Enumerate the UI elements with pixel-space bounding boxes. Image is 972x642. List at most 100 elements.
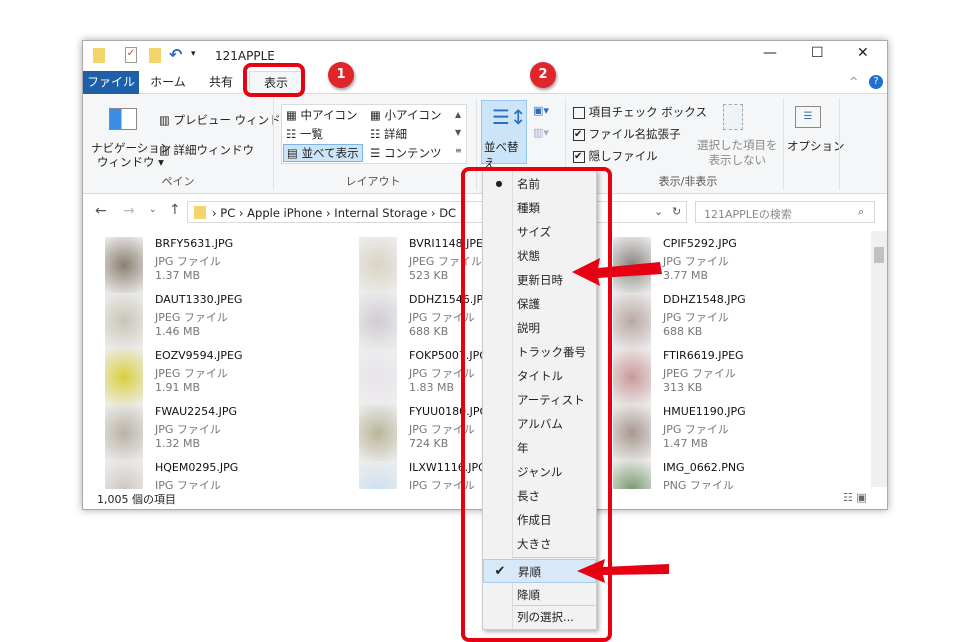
layout-label: 中アイコン: [300, 108, 358, 122]
thumbnail: [105, 461, 143, 489]
file-item[interactable]: DAUT1330.JPEG JPEG ファイル 1.46 MB: [105, 293, 305, 349]
details-pane-button[interactable]: ▥ 詳細ウィンドウ: [159, 142, 254, 158]
up-icon[interactable]: ↑: [169, 202, 181, 218]
file-extension-toggle[interactable]: ✔ ファイル名拡張子: [573, 126, 681, 142]
options-button[interactable]: オプション: [787, 138, 845, 154]
file-type: JPG ファイル: [663, 311, 729, 324]
file-size: 1.37 MB: [155, 269, 201, 282]
undo-icon[interactable]: ↶: [169, 45, 182, 64]
file-size: 313 KB: [663, 381, 703, 394]
breadcrumb-item[interactable]: Internal Storage: [334, 206, 427, 220]
preview-pane-label: プレビュー ウィンドウ: [173, 113, 293, 127]
tab-home[interactable]: ホーム: [143, 71, 193, 94]
group-by-icon[interactable]: ▣▾: [533, 104, 549, 117]
maximize-button[interactable]: ☐: [811, 45, 824, 61]
file-item[interactable]: FWAU2254.JPG JPG ファイル 1.32 MB: [105, 405, 305, 461]
file-item[interactable]: HMUE1190.JPG JPG ファイル 1.47 MB: [613, 405, 813, 461]
search-input[interactable]: 121APPLEの検索 ⌕: [695, 201, 875, 223]
scrollbar[interactable]: [871, 231, 887, 487]
address-dropdown-icon[interactable]: ⌄: [654, 205, 663, 218]
breadcrumb-item[interactable]: Apple iPhone: [247, 206, 322, 220]
file-size: 1.83 MB: [409, 381, 455, 394]
layout-small-icons[interactable]: ▦ 小アイコン: [370, 107, 441, 123]
checkbox-checked[interactable]: ✔: [573, 150, 585, 163]
file-item[interactable]: EOZV9594.JPEG JPEG ファイル 1.91 MB: [105, 349, 305, 405]
thumbnail: [613, 349, 651, 405]
file-type: JPEG ファイル: [155, 367, 228, 380]
add-columns-icon[interactable]: ▥▾: [533, 126, 549, 139]
details-view-icon[interactable]: ☷ ▣: [843, 491, 867, 504]
details-pane-icon: ▥: [159, 143, 174, 157]
file-type: JPEG ファイル: [155, 311, 228, 324]
thumbnail: [105, 293, 143, 349]
file-item[interactable]: FTIR6619.JPEG JPEG ファイル 313 KB: [613, 349, 813, 405]
close-button[interactable]: ✕: [857, 45, 869, 61]
refresh-icon[interactable]: ↻: [672, 205, 681, 218]
hidden-files-toggle[interactable]: ✔ 隠しファイル: [573, 148, 658, 164]
thumbnail: [359, 293, 397, 349]
layout-medium-icons[interactable]: ▦ 中アイコン: [286, 107, 357, 123]
thumbnail: [613, 461, 651, 489]
arrow-shape: [577, 559, 669, 583]
checkbox-checked[interactable]: ✔: [573, 128, 585, 141]
layout-label: 小アイコン: [384, 108, 442, 122]
window-title: 121APPLE: [215, 49, 275, 63]
breadcrumb-item[interactable]: PC: [220, 206, 235, 220]
sort-by-button[interactable]: ☰↕ 並べ替え: [481, 100, 527, 170]
file-type: JPG ファイル: [155, 479, 221, 489]
address-bar[interactable]: › PC › Apple iPhone › Internal Storage ›…: [187, 201, 687, 223]
folder-icon: [194, 206, 206, 219]
layout-list[interactable]: ☷ 一覧: [286, 126, 323, 142]
scrollbar-thumb[interactable]: [874, 247, 884, 263]
qat-dropdown-icon[interactable]: ▾: [191, 49, 196, 59]
file-type: JPG ファイル: [663, 423, 729, 436]
file-name: IMG_0662.PNG: [663, 461, 745, 474]
annotation-arrow: [572, 258, 662, 286]
properties-icon[interactable]: ✓: [125, 47, 137, 63]
pane-group-label: ペイン: [161, 175, 195, 188]
file-size: 724 KB: [409, 437, 449, 450]
checkbox-label: 項目チェック ボックス: [588, 105, 707, 119]
layout-label: 並べて表示: [301, 146, 359, 160]
sort-icon: ☰↕: [492, 105, 527, 129]
layout-label: 詳細: [383, 127, 407, 141]
annotation-highlight-view-tab: [243, 63, 305, 97]
show-hide-group-label: 表示/非表示: [658, 175, 718, 188]
search-placeholder: 121APPLEの検索: [704, 208, 792, 221]
back-icon[interactable]: ←: [95, 203, 107, 219]
tab-share[interactable]: 共有: [199, 71, 243, 94]
thumbnail: [105, 405, 143, 461]
checkbox[interactable]: [573, 106, 585, 119]
recent-dropdown-icon[interactable]: ⌄: [149, 205, 157, 215]
file-name: DAUT1330.JPEG: [155, 293, 243, 306]
layout-content[interactable]: ☰ コンテンツ: [370, 145, 441, 161]
tab-file[interactable]: ファイル: [83, 71, 139, 94]
layout-tiles[interactable]: ▤ 並べて表示: [283, 144, 363, 162]
file-item[interactable]: BRFY5631.JPG JPG ファイル 1.37 MB: [105, 237, 305, 293]
thumbnail: [613, 405, 651, 461]
layout-scroll-icons[interactable]: ▲ ▼ ≡: [455, 106, 462, 160]
breadcrumb-item[interactable]: DC: [439, 206, 456, 220]
hide-selected-button[interactable]: 選択した項目を 表示しない: [697, 138, 778, 168]
file-size: 523 KB: [409, 269, 449, 282]
folder-icon: [93, 48, 105, 63]
file-item[interactable]: IMG_0662.PNG PNG ファイル: [613, 461, 813, 489]
breadcrumb: › PC › Apple iPhone › Internal Storage ›…: [212, 206, 457, 220]
help-icon[interactable]: ?: [869, 75, 883, 89]
file-item[interactable]: HQEM0295.JPG JPG ファイル: [105, 461, 305, 489]
search-icon[interactable]: ⌕: [858, 205, 864, 219]
layout-details[interactable]: ☷ 詳細: [370, 126, 407, 142]
thumbnail: [105, 237, 143, 293]
item-checkbox-toggle[interactable]: 項目チェック ボックス: [573, 104, 707, 120]
forward-icon[interactable]: →: [123, 203, 135, 219]
minimize-button[interactable]: —: [763, 45, 777, 61]
annotation-arrow: [577, 559, 669, 583]
file-item[interactable]: DDHZ1548.JPG JPG ファイル 688 KB: [613, 293, 813, 349]
divider: [783, 98, 784, 190]
collapse-ribbon-icon[interactable]: ^: [849, 75, 858, 88]
file-name: DDHZ1548.JPG: [663, 293, 746, 306]
file-size: 1.46 MB: [155, 325, 201, 338]
new-folder-icon[interactable]: [149, 48, 161, 63]
thumbnail: [613, 293, 651, 349]
layout-label: コンテンツ: [383, 146, 442, 160]
